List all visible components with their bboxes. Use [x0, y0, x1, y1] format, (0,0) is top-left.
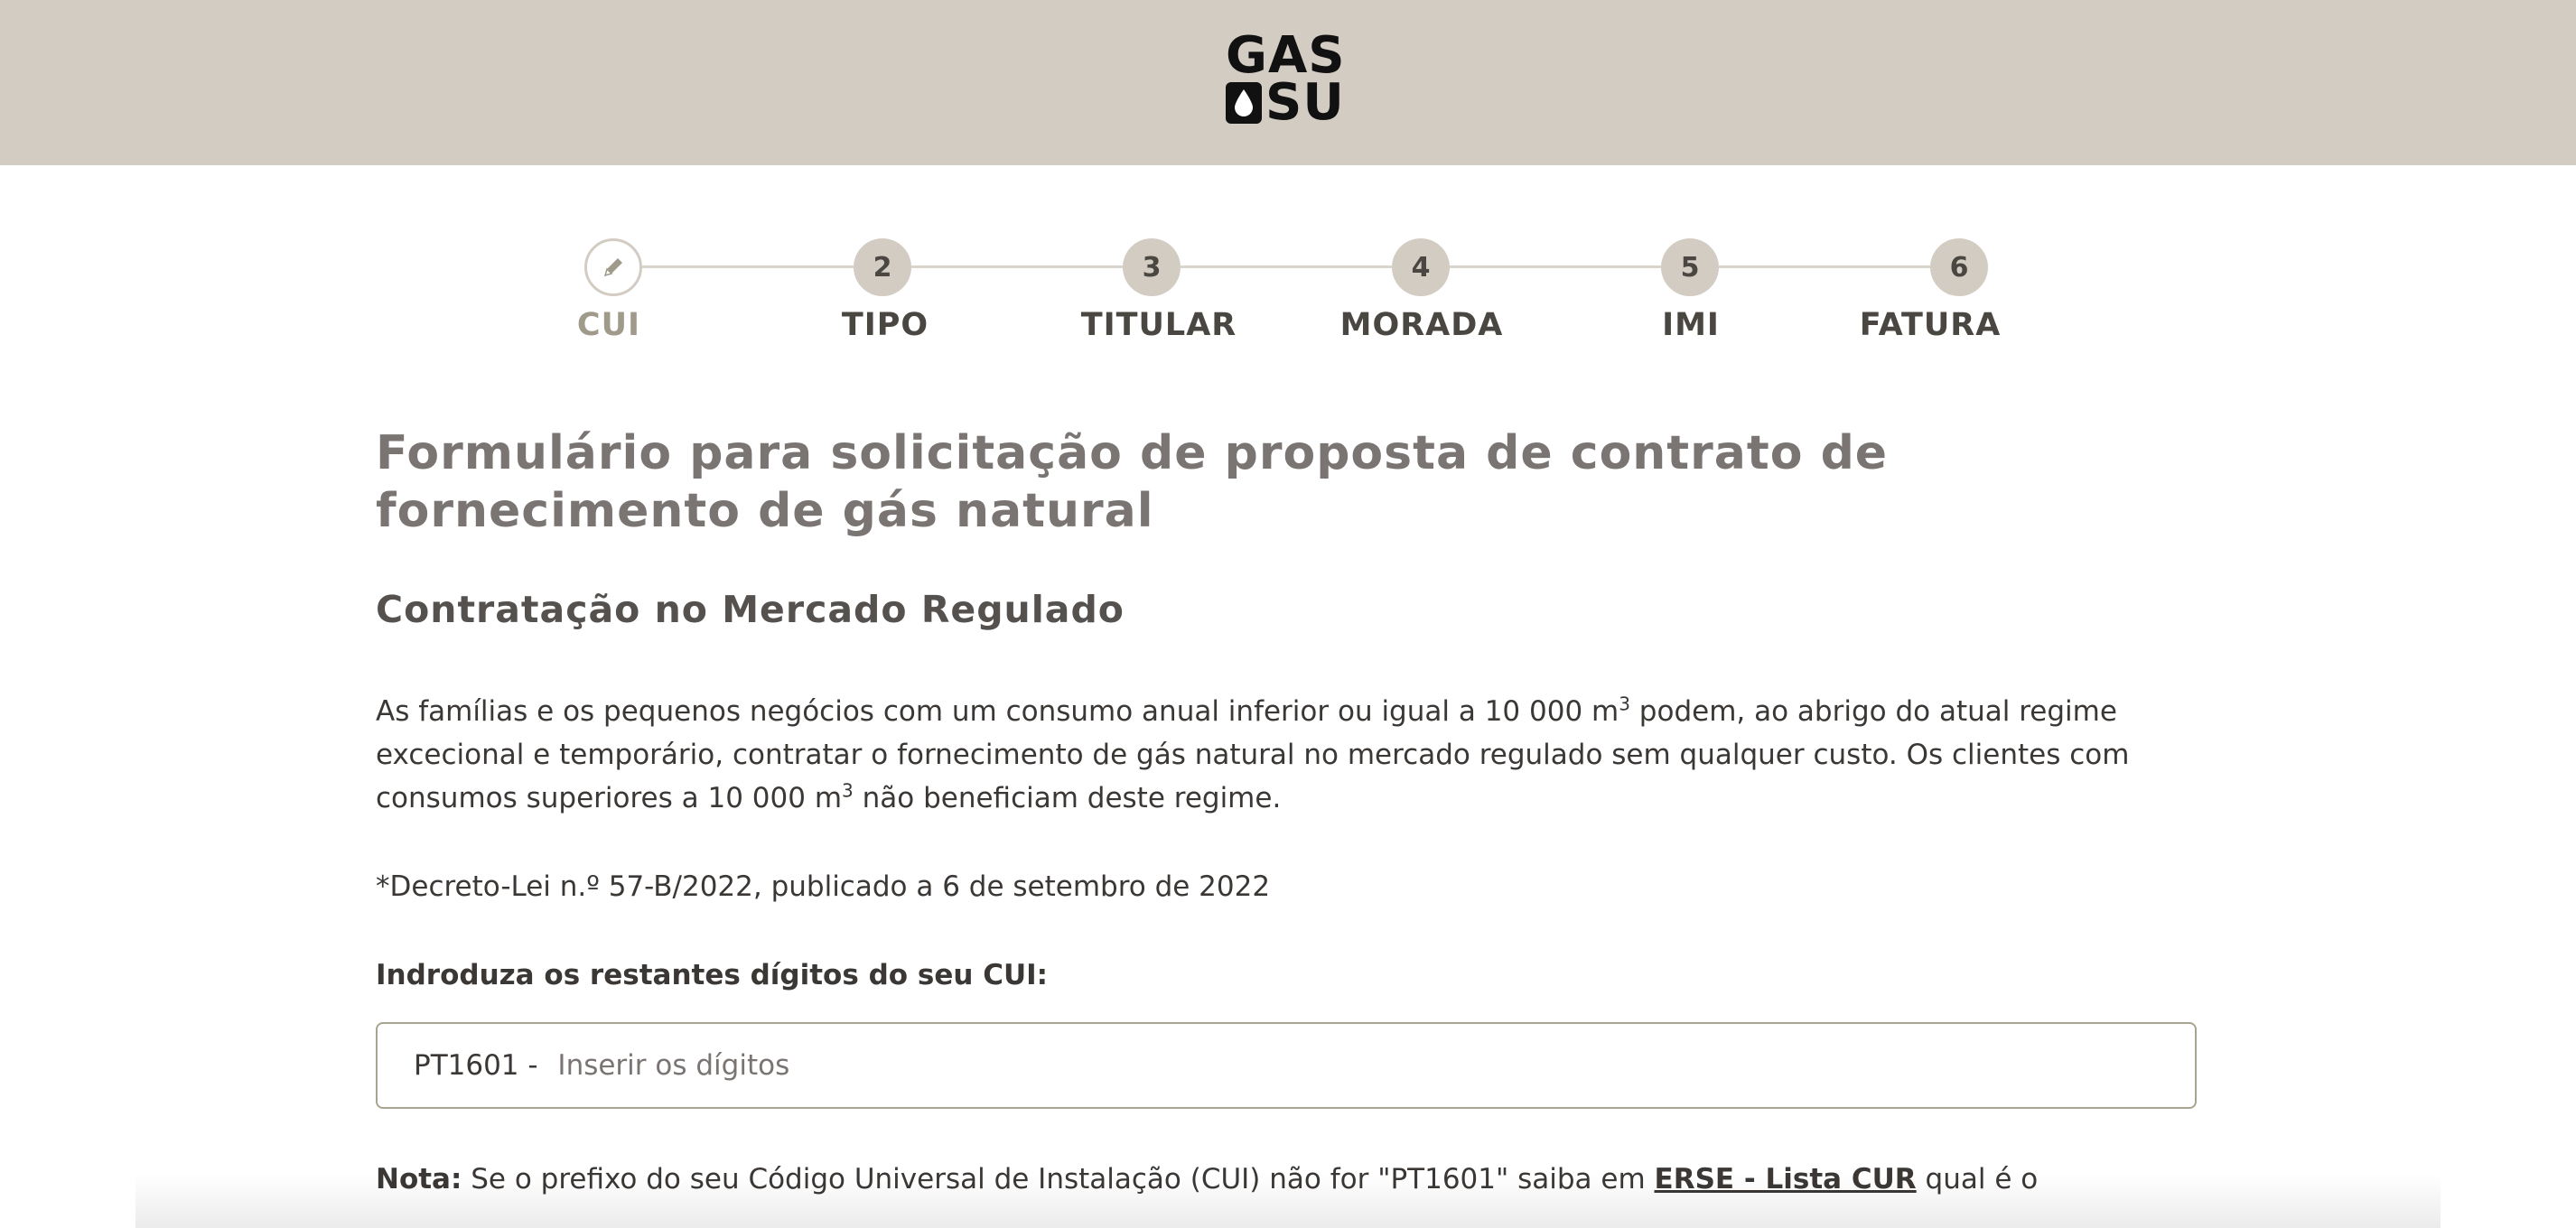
step-connector: [642, 265, 854, 268]
pencil-icon: [603, 258, 622, 277]
gassu-logo[interactable]: GAS SU: [1226, 31, 1350, 128]
step-5-label[interactable]: IMI: [1591, 307, 1790, 343]
step-2-label[interactable]: TIPO: [786, 307, 985, 343]
progress-stepper: [0, 235, 2576, 361]
step-connector: [1719, 265, 1930, 268]
cui-input-wrapper[interactable]: PT1601 -: [376, 1022, 2197, 1109]
step-3-label[interactable]: TITULAR: [1059, 307, 1258, 343]
decree-reference: *Decreto-Lei n.º 57-B/2022, publicado a …: [376, 870, 1271, 903]
section-subtitle: Contratação no Mercado Regulado: [376, 588, 1125, 631]
step-connector: [1450, 265, 1661, 268]
step-6-circle[interactable]: 6: [1930, 238, 1988, 296]
step-connector: [911, 265, 1123, 268]
erse-lista-cur-link[interactable]: ERSE - Lista CUR: [1655, 1163, 1917, 1195]
main-content: Formulário para solicitação de proposta …: [376, 424, 2197, 1201]
page-title: Formulário para solicitação de proposta …: [376, 426, 1889, 538]
step-4-circle[interactable]: 4: [1392, 238, 1450, 296]
site-header: GAS SU: [0, 0, 2576, 165]
cui-digits-input[interactable]: [557, 1049, 2094, 1082]
step-4-label[interactable]: MORADA: [1322, 307, 1521, 343]
step-1-label[interactable]: CUI: [509, 307, 708, 343]
cui-prefix: PT1601 -: [414, 1049, 547, 1082]
step-3-circle[interactable]: 3: [1123, 238, 1181, 296]
step-connector: [1181, 265, 1392, 268]
logo-line-2: SU: [1226, 78, 1345, 128]
step-1-circle[interactable]: [584, 238, 642, 296]
step-2-circle[interactable]: 2: [854, 238, 911, 296]
note-label: Nota:: [376, 1163, 462, 1195]
step-5-circle[interactable]: 5: [1661, 238, 1719, 296]
logo-line-2-text: SU: [1265, 73, 1345, 132]
step-6-label[interactable]: FATURA: [1831, 307, 2030, 343]
drop-icon: [1226, 82, 1262, 124]
cui-note: Nota: Se o prefixo do seu Código Univers…: [376, 1163, 2039, 1195]
regime-description: As famílias e os pequenos negócios com u…: [376, 693, 2130, 814]
cui-field-label: Indroduza os restantes dígitos do seu CU…: [376, 959, 1049, 991]
